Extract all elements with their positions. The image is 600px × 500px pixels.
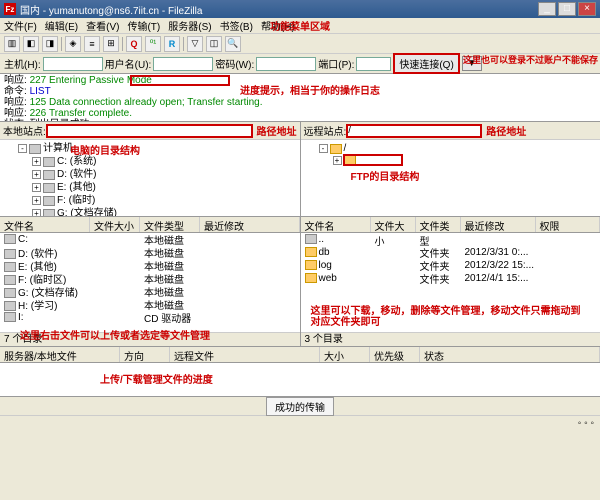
annotation-remote-files: 这里可以下载，移动，删除等文件管理，移动文件只需拖动到对应文件夹即可 <box>311 306 591 328</box>
annotation-remote-tree: FTP的目录结构 <box>351 168 420 183</box>
annotation-remote-path: 路径地址 <box>486 123 526 138</box>
drive-icon <box>43 209 55 217</box>
file-icon <box>4 301 16 311</box>
tree-item[interactable]: +G: (文档存储) <box>4 207 296 216</box>
menu-file[interactable]: 文件(F) <box>4 18 37 33</box>
menu-edit[interactable]: 编辑(E) <box>45 18 78 33</box>
folder-icon <box>330 144 342 154</box>
minimize-button[interactable]: _ <box>538 2 556 16</box>
menu-server[interactable]: 服务器(S) <box>168 18 211 33</box>
menu-bookmarks[interactable]: 书签(B) <box>220 18 253 33</box>
close-button[interactable]: × <box>578 2 596 16</box>
annotation-local-files: 这里右击文件可以上传或者选定等文件管理 <box>20 331 210 342</box>
q-icon[interactable]: Q <box>126 36 142 52</box>
maximize-button[interactable]: □ <box>558 2 576 16</box>
host-label: 主机(H): <box>4 56 41 71</box>
tree-item[interactable]: +E: (其他) <box>4 181 296 194</box>
statusbar: ◦ ◦ ◦ <box>0 415 600 431</box>
annotation-local-tree: 电脑的目录结构 <box>70 142 140 157</box>
expander-icon[interactable]: + <box>32 170 41 179</box>
tree-item[interactable]: +D: (软件) <box>4 168 296 181</box>
annotation-menu: 功能菜单区域 <box>270 18 330 33</box>
app-icon: Fz <box>4 3 16 15</box>
annotation-log: 进度提示，相当于你的操作日志 <box>240 86 380 97</box>
search-icon[interactable]: 🔍 <box>225 36 241 52</box>
expander-icon[interactable]: - <box>18 144 27 153</box>
drive-icon <box>43 170 55 180</box>
log-line: 响应: 125 Data connection already open; Tr… <box>4 97 596 108</box>
compare-icon[interactable]: ◫ <box>206 36 222 52</box>
queue-indicator-icon: ◦ ◦ ◦ <box>578 418 594 429</box>
remote-status: 3 个目录 <box>301 332 600 346</box>
quickconnect-bar: 主机(H): 用户名(U): 密码(W): 端口(P): 快速连接(Q) ▼ 这… <box>0 54 600 74</box>
tree-item[interactable]: -计算机 <box>4 142 296 155</box>
file-icon <box>4 312 16 322</box>
file-icon <box>305 273 317 283</box>
user-label: 用户名(U): <box>105 56 152 71</box>
log-line: 响应: 226 Transfer complete. <box>4 108 596 119</box>
local-file-pane: 文件名 文件大小 文件类型 最近修改 C:本地磁盘D: (软件)本地磁盘E: (… <box>0 217 301 346</box>
menu-transfer[interactable]: 传输(T) <box>127 18 160 33</box>
file-icon <box>4 234 16 244</box>
log-panel[interactable]: 响应: 227 Entering Passive Mode命令: LIST响应:… <box>0 74 600 122</box>
local-path-label: 本地站点: <box>3 123 46 138</box>
reconnect-icon[interactable]: ◨ <box>42 36 58 52</box>
annotation-queue: 上传/下载管理文件的进度 <box>100 371 213 386</box>
tab-success[interactable]: 成功的传输 <box>266 397 334 416</box>
tree-item[interactable]: +F: (临时) <box>4 194 296 207</box>
menubar: 文件(F) 编辑(E) 查看(V) 传输(T) 服务器(S) 书签(B) 帮助(… <box>0 18 600 34</box>
drive-icon <box>43 157 55 167</box>
file-icon <box>305 260 317 270</box>
local-tree-pane: 本地站点: 路径地址 -计算机+C: (系统)+D: (软件)+E: (其他)+… <box>0 122 301 216</box>
expander-icon[interactable]: + <box>32 157 41 166</box>
drive-icon <box>43 196 55 206</box>
drive-icon <box>29 144 41 154</box>
expander-icon[interactable]: + <box>333 156 342 165</box>
expander-icon[interactable]: + <box>32 183 41 192</box>
binary-icon[interactable]: ⁰¹ <box>145 36 161 52</box>
remote-path-label: 远程站点: <box>304 123 347 138</box>
toolbar: ▥ ◧ ◨ ◈ ≡ ⊞ Q ⁰¹ R ▽ ◫ 🔍 <box>0 34 600 54</box>
expander-icon[interactable]: - <box>319 144 328 153</box>
remote-path-input[interactable] <box>346 124 482 138</box>
port-input[interactable] <box>356 57 391 71</box>
annotation-login: 这里也可以登录不过账户不能保存 <box>463 56 598 65</box>
drive-icon <box>43 183 55 193</box>
remote-file-header[interactable]: 文件名 文件大小 文件类型 最近修改 权限 <box>301 217 600 233</box>
file-row[interactable]: I:CD 驱动器 <box>0 311 300 324</box>
expander-icon[interactable]: + <box>32 209 41 216</box>
remote-tree-pane: 远程站点: 路径地址 -/+ FTP的目录结构 <box>301 122 600 216</box>
tree-icon[interactable]: ⊞ <box>103 36 119 52</box>
bottom-tabs: 成功的传输 <box>0 397 600 415</box>
expander-icon[interactable]: + <box>32 196 41 205</box>
queue-icon[interactable]: ◈ <box>65 36 81 52</box>
window-title: 国内 - yumanutong@ns6.7iit.cn - FileZilla <box>20 2 538 17</box>
pass-label: 密码(W): <box>215 56 254 71</box>
log-icon[interactable]: ≡ <box>84 36 100 52</box>
port-label: 端口(P): <box>318 56 354 71</box>
filter-icon[interactable]: ▽ <box>187 36 203 52</box>
local-file-list[interactable]: C:本地磁盘D: (软件)本地磁盘E: (其他)本地磁盘F: (临时区)本地磁盘… <box>0 233 300 332</box>
file-icon <box>305 234 317 244</box>
remote-tree[interactable]: -/+ <box>301 140 600 216</box>
local-path-input[interactable] <box>46 124 253 138</box>
annotation-local-path: 路径地址 <box>257 123 297 138</box>
queue-header[interactable]: 服务器/本地文件 方向 远程文件 大小 优先级 状态 <box>0 347 600 363</box>
queue-pane: 服务器/本地文件 方向 远程文件 大小 优先级 状态 上传/下载管理文件的进度 <box>0 347 600 397</box>
host-input[interactable] <box>43 57 103 71</box>
tree-item[interactable]: +C: (系统) <box>4 155 296 168</box>
pass-input[interactable] <box>256 57 316 71</box>
file-row[interactable]: web文件夹2012/4/1 15:... <box>301 272 600 285</box>
menu-view[interactable]: 查看(V) <box>86 18 119 33</box>
site-manager-icon[interactable]: ▥ <box>4 36 20 52</box>
user-input[interactable] <box>153 57 213 71</box>
log-line: 响应: 227 Entering Passive Mode <box>4 75 596 86</box>
local-tree[interactable]: -计算机+C: (系统)+D: (软件)+E: (其他)+F: (临时)+G: … <box>0 140 300 216</box>
r-icon[interactable]: R <box>164 36 180 52</box>
local-file-header[interactable]: 文件名 文件大小 文件类型 最近修改 <box>0 217 300 233</box>
remote-file-pane: 文件名 文件大小 文件类型 最近修改 权限 ..db文件夹2012/3/31 0… <box>301 217 600 346</box>
quickconnect-button[interactable]: 快速连接(Q) <box>393 53 459 74</box>
disconnect-icon[interactable]: ◧ <box>23 36 39 52</box>
file-icon <box>305 247 317 257</box>
